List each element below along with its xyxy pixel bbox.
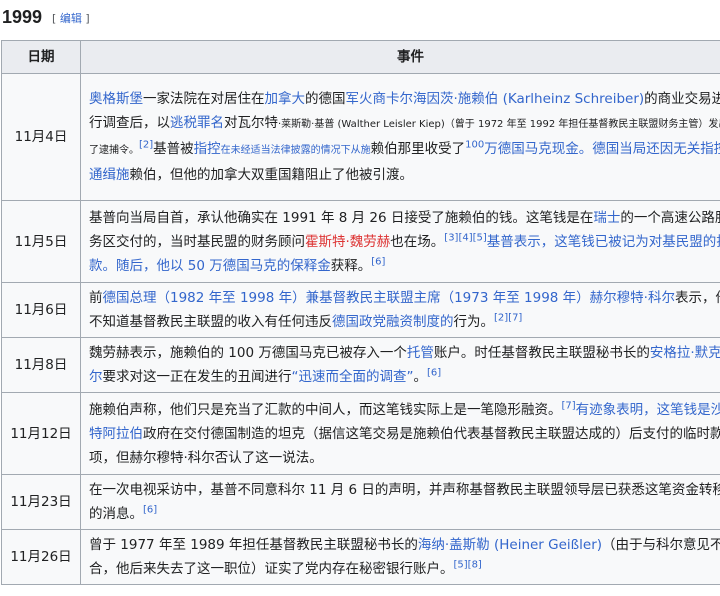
table-row: 11月5日 基普向当局自首，承认他确实在 1991 年 8 月 26 日接受了施赖… — [1, 200, 720, 283]
table-row: 11月6日 前德国总理（1982 年至 1998 年）兼基督教民主联盟主席（197… — [1, 282, 720, 338]
wiki-link[interactable]: 瑞士 — [593, 210, 620, 226]
event-text: 的德国 — [305, 91, 346, 107]
event-description: 在一次电视采访中，基普不同意科尔 11 月 6 日的声明，并声称基督教民主联盟领… — [80, 474, 720, 530]
wiki-link[interactable]: 军火商卡尔海因茨·施赖伯 (Karlheinz Schreiber) — [346, 91, 645, 107]
event-text: 施赖伯声称，他们只是充当了汇款的中间人，而这笔钱实际上是一笔隐形融资。 — [89, 401, 562, 418]
event-text: 要求对这一正在发生的丑闻进行 — [102, 369, 292, 385]
citation-link[interactable]: [6] — [427, 368, 441, 379]
event-description: 前德国总理（1982 年至 1998 年）兼基督教民主联盟主席（1973 年至 … — [80, 282, 720, 338]
wiki-link[interactable]: 在未经适当法律披露的情况下从施 — [221, 145, 371, 156]
citation-link[interactable]: [3][4][5] — [444, 232, 487, 243]
event-column-header[interactable]: 事件 — [80, 40, 720, 74]
event-date: 11月23日 — [1, 474, 81, 530]
table-row: 11月8日 魏劳赫表示，施赖伯的 100 万德国马克已被存入一个托管账户。时任基督… — [1, 337, 720, 393]
event-text: 政府在交付德国制造的坦克（据信这笔交易是施赖伯代表基督教民主联盟达成的）后支付的… — [89, 425, 720, 466]
citation-link[interactable]: [7] — [562, 400, 576, 411]
wiki-link[interactable]: 加拿大 — [265, 91, 306, 107]
event-text: 在一次电视采访中，基普不同意科尔 11 月 6 日的声明，并声称基督教民主联盟领… — [89, 482, 720, 522]
events-table: 日期 事件 11月4日 奥格斯堡一家法院在对居住在加拿大的德国军火商卡尔海因茨·施… — [1, 40, 720, 585]
event-description: 奥格斯堡一家法院在对居住在加拿大的德国军火商卡尔海因茨·施赖伯 (Karlhei… — [80, 73, 720, 201]
citation-link[interactable]: [2][7] — [494, 313, 522, 324]
event-date: 11月6日 — [1, 282, 81, 338]
event-text: 赖伯那里收受了 — [370, 141, 466, 157]
event-text: 行为。 — [453, 314, 495, 330]
wiki-link[interactable]: “迅速而全面的调查” — [292, 369, 414, 385]
section-heading: 1999 [ 编辑 ] — [0, 0, 720, 40]
wiki-link[interactable]: 德国政党融资制度的 — [332, 314, 454, 330]
event-text: 获释。 — [330, 257, 372, 274]
event-description: 基普向当局自首，承认他确实在 1991 年 8 月 26 日接受了施赖伯的钱。这… — [80, 200, 720, 283]
wiki-link[interactable]: 德国总理（1982 年至 1998 年）兼基督教民主联盟主席（1973 年至 1… — [103, 290, 675, 306]
table-row: 11月4日 奥格斯堡一家法院在对居住在加拿大的德国军火商卡尔海因茨·施赖伯 (Ka… — [1, 73, 720, 201]
wiki-link[interactable]: 奥格斯堡 — [89, 91, 143, 107]
event-text: 曾于 1977 年至 1989 年担任基督教民主联盟秘书长的 — [89, 537, 418, 553]
event-text: 。 — [413, 369, 428, 385]
event-text: 基普被 — [153, 141, 194, 157]
table-header-row: 日期 事件 — [1, 40, 720, 74]
event-date: 11月26日 — [1, 529, 81, 585]
event-text: 也在场。 — [390, 233, 445, 250]
event-date: 11月8日 — [1, 337, 81, 393]
section-title: 1999 — [2, 7, 43, 27]
citation-link[interactable]: [6] — [143, 505, 157, 516]
wiki-link[interactable]: 逃税罪名 — [170, 115, 224, 131]
wiki-link[interactable]: 指控 — [194, 141, 221, 157]
table-row: 11月23日 在一次电视采访中，基普不同意科尔 11 月 6 日的声明，并声称基督… — [1, 474, 720, 530]
event-text: 账户。时任基督教民主联盟秘书长的 — [433, 345, 650, 361]
wiki-link[interactable]: 托管 — [407, 345, 434, 361]
citation-link[interactable]: [2] — [139, 140, 153, 151]
event-text: 一家法院在对居住在 — [143, 91, 265, 107]
event-description: 曾于 1977 年至 1989 年担任基督教民主联盟秘书长的海纳·盖斯勒 (He… — [80, 529, 720, 585]
date-column-header[interactable]: 日期 — [1, 40, 81, 74]
event-text: 对瓦尔特 — [224, 115, 278, 131]
event-text: 赖伯，但他的加拿大双重国籍阻止了他被引渡。 — [129, 167, 414, 183]
event-text: 基普向当局自首，承认他确实在 1991 年 8 月 26 日接受了施赖伯的钱。这… — [89, 209, 594, 226]
citation-link[interactable]: [6] — [371, 256, 385, 267]
table-row: 11月12日 施赖伯声称，他们只是充当了汇款的中间人，而这笔钱实际上是一笔隐形融资… — [1, 392, 720, 475]
event-text: 魏劳赫表示，施赖伯的 100 万德国马克已被存入一个 — [89, 345, 407, 361]
event-description: 施赖伯声称，他们只是充当了汇款的中间人，而这笔钱实际上是一笔隐形融资。[7]有迹… — [80, 392, 720, 475]
citation-link[interactable]: [5][8] — [454, 560, 482, 571]
missing-article-link[interactable]: 霍斯特·魏劳赫 — [305, 234, 390, 250]
event-description: 魏劳赫表示，施赖伯的 100 万德国马克已被存入一个托管账户。时任基督教民主联盟… — [80, 337, 720, 393]
event-date: 11月5日 — [1, 200, 81, 283]
table-row: 11月26日 曾于 1977 年至 1989 年担任基督教民主联盟秘书长的海纳·盖… — [1, 529, 720, 585]
wiki-link[interactable]: 施 — [116, 167, 130, 183]
event-date: 11月12日 — [1, 392, 81, 475]
edit-section: [ 编辑 ] — [52, 12, 90, 25]
edit-link[interactable]: 编辑 — [60, 12, 82, 25]
event-date: 11月4日 — [1, 73, 81, 201]
wiki-link[interactable]: 海纳·盖斯勒 (Heiner Geißler) — [418, 537, 602, 553]
event-text: 前 — [89, 290, 103, 306]
citation-link[interactable]: 100 — [465, 140, 484, 151]
